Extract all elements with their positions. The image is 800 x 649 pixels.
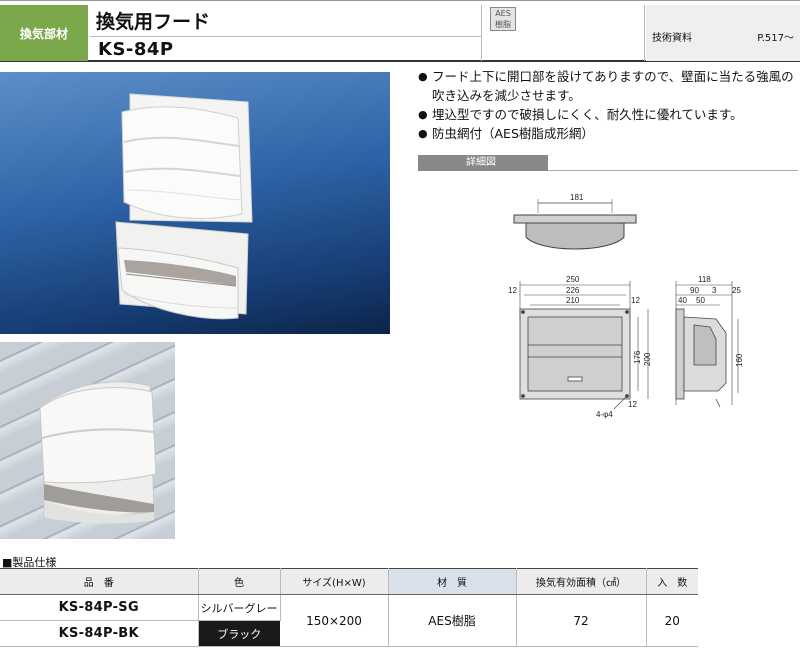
dim-depth-90: 90 <box>690 286 699 295</box>
dim-bottom-12: 12 <box>628 400 637 409</box>
detail-divider <box>548 170 798 171</box>
dim-depth-25: 25 <box>732 286 741 295</box>
cell-area: 72 <box>516 594 647 647</box>
cell-size: 150×200 <box>280 594 389 647</box>
col-header-color: 色 <box>198 568 281 595</box>
dim-inner-width: 210 <box>566 296 580 305</box>
title-box: 換気用フード KS-84P <box>90 5 482 61</box>
aes-badge-line2: 樹脂 <box>495 20 511 29</box>
side-view <box>675 308 727 408</box>
spec-table: 品 番 色 サイズ(H×W) 材 質 換気有効面積（㎠） 入 数 KS-84P-… <box>0 568 698 647</box>
product-photo-installed <box>0 342 175 539</box>
cell-color: ブラック <box>198 620 280 647</box>
dim-margin-right: 12 <box>631 296 640 305</box>
tech-page: P.517～ <box>757 33 794 44</box>
dim-depth-3: 3 <box>712 286 717 295</box>
aes-badge-line1: AES <box>495 9 511 18</box>
dim-depth-118: 118 <box>698 275 711 284</box>
feature-item: フード上下に開口部を設けてありますので、壁面に当たる強風の吹き込みを減少させます… <box>418 67 798 105</box>
dim-mid-width: 226 <box>566 286 580 295</box>
dim-depth-40: 40 <box>678 296 687 305</box>
material-box: AES 樹脂 <box>485 5 645 61</box>
cell-quantity: 20 <box>646 594 698 647</box>
technical-drawing: 181 250 226 210 12 12 176 200 12 4-φ4 11… <box>508 193 744 419</box>
product-model: KS-84P <box>98 39 174 60</box>
detail-drawing-label: 詳細図 <box>418 155 548 171</box>
aes-material-badge: AES 樹脂 <box>490 7 516 31</box>
feature-item: 防虫網付（AES樹脂成形網） <box>418 124 798 143</box>
dim-top-width: 181 <box>570 193 584 202</box>
col-header-model: 品 番 <box>0 568 199 595</box>
category-badge: 換気部材 <box>0 5 88 61</box>
tech-label: 技術資料 <box>652 33 692 44</box>
dim-height-200: 200 <box>643 352 652 366</box>
cell-model: KS-84P-SG <box>0 594 199 621</box>
tech-reference-box: 技術資料 P.517～ <box>646 5 800 61</box>
installed-hood-illustration <box>39 381 157 524</box>
table-row: KS-84P-SG シルバーグレー 150×200 AES樹脂 72 20 <box>0 594 698 647</box>
header-band: 換気部材 換気用フード KS-84P AES 樹脂 技術資料 P.517～ <box>0 0 800 62</box>
dim-margin-left: 12 <box>508 286 517 295</box>
feature-list: フード上下に開口部を設けてありますので、壁面に当たる強風の吹き込みを減少させます… <box>418 67 798 143</box>
col-header-size: サイズ(H×W) <box>280 568 389 595</box>
cell-model: KS-84P-BK <box>0 620 199 647</box>
dim-depth-50: 50 <box>696 296 705 305</box>
col-header-material: 材 質 <box>388 568 517 595</box>
product-name: 換気用フード <box>96 11 211 33</box>
dim-height-176: 176 <box>633 350 642 364</box>
front-view <box>519 308 631 400</box>
cell-material: AES樹脂 <box>388 594 517 647</box>
title-divider <box>90 36 482 37</box>
cell-color: シルバーグレー <box>198 594 281 621</box>
top-view <box>513 199 637 250</box>
dim-side-height: 160 <box>735 353 744 367</box>
dim-overall-width: 250 <box>566 275 580 284</box>
feature-item: 埋込型ですので破損しにくく、耐久性に優れています。 <box>418 105 798 124</box>
col-header-area: 換気有効面積（㎠） <box>516 568 647 595</box>
product-photo-main <box>0 72 390 334</box>
dim-hole: 4-φ4 <box>596 410 613 419</box>
hood-illustration <box>115 93 253 320</box>
col-header-quantity: 入 数 <box>646 568 698 595</box>
spec-header-row: 品 番 色 サイズ(H×W) 材 質 換気有効面積（㎠） 入 数 <box>0 568 698 595</box>
